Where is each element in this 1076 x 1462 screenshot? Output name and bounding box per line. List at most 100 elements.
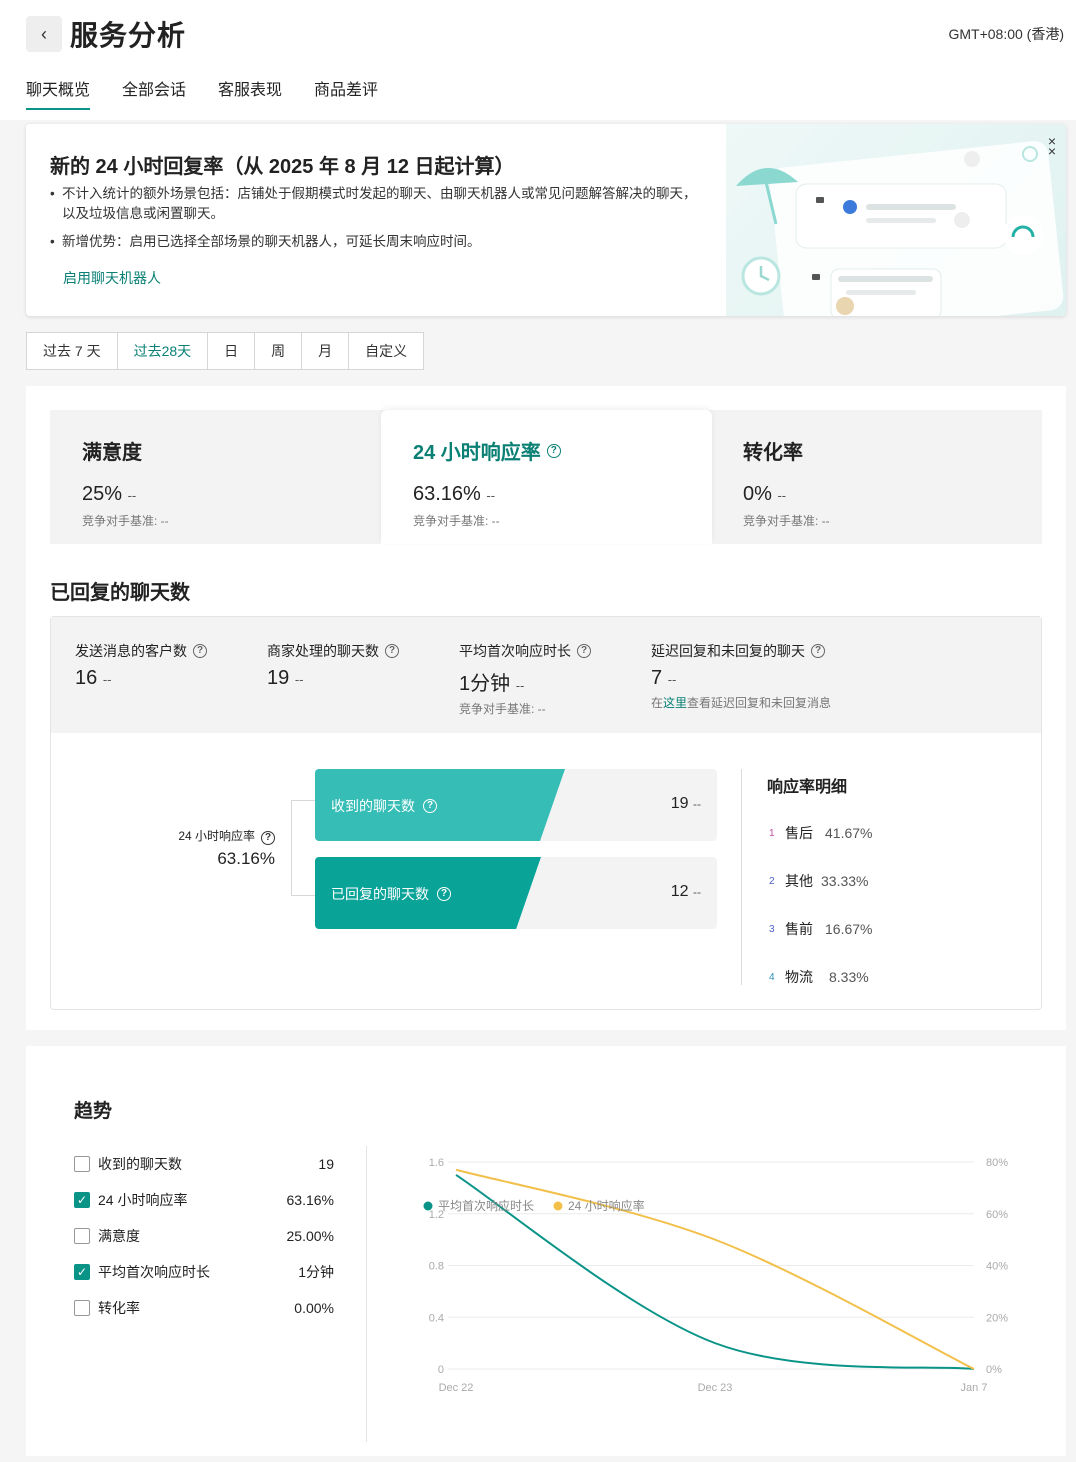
y-right-tick-label: 60% xyxy=(986,1209,1008,1221)
metric-label: 平均首次响应时长 xyxy=(98,1264,210,1280)
kpi-benchmark: 竞争对手基准: -- xyxy=(413,514,500,528)
funnel-replied: 已回复的聊天数? 12 -- xyxy=(315,857,717,929)
metric-conversion-rate[interactable]: 转化率 0.00% xyxy=(74,1298,334,1318)
detail-name: 售前 xyxy=(785,921,813,937)
legend-label: 平均首次响应时长 xyxy=(438,1198,534,1213)
tab-agent-performance[interactable]: 客服表现 xyxy=(218,76,282,110)
checkbox[interactable] xyxy=(74,1300,90,1316)
y-right-tick-label: 40% xyxy=(986,1261,1008,1273)
metric-value: 25.00% xyxy=(286,1228,334,1244)
kpi-value: 25% xyxy=(82,483,123,505)
tab-chat-overview[interactable]: 聊天概览 xyxy=(26,76,91,110)
back-button[interactable]: ‹ xyxy=(26,16,62,52)
kpi-title: 24 小时响应率 xyxy=(413,442,541,464)
top-bar: ‹ 服务分析 GMT+08:00 (香港) 聊天概览 全部会话 客服表现 商品差… xyxy=(0,0,1076,120)
y-right-tick-label: 80% xyxy=(986,1157,1008,1169)
funnel-label: 已回复的聊天数 xyxy=(331,886,429,902)
enable-chatbot-link[interactable]: 启用聊天机器人 xyxy=(63,268,161,288)
detail-pct: 16.67% xyxy=(825,921,873,937)
kpi-satisfaction[interactable]: 满意度 25% -- 竞争对手基准: -- xyxy=(50,410,381,544)
trend-card: 趋势 收到的聊天数 19 ✓ 24 小时响应率 63.16% 满意度 25.00… xyxy=(26,1046,1066,1456)
metric-received-chats[interactable]: 收到的聊天数 19 xyxy=(74,1154,334,1174)
banner-bullet: 新增优势：启用已选择全部场景的聊天机器人，可延长周末响应时间。 xyxy=(50,232,700,252)
x-tick-label: Jan 7 xyxy=(961,1382,988,1394)
detail-item: 4 物流 8.33% xyxy=(769,967,869,987)
range-day[interactable]: 日 xyxy=(208,333,256,369)
help-icon[interactable]: ? xyxy=(385,644,399,658)
kpi-24h-response-rate[interactable]: 24 小时响应率? 63.16% -- 竞争对手基准: -- xyxy=(381,410,712,544)
stats-row: 发送消息的客户数? 16 -- 商家处理的聊天数? 19 -- 平均首次响应时长… xyxy=(51,617,1041,733)
checkbox-checked[interactable]: ✓ xyxy=(74,1192,90,1208)
checkbox[interactable] xyxy=(74,1156,90,1172)
help-icon[interactable]: ? xyxy=(546,443,561,458)
section-title: 已回复的聊天数 xyxy=(50,582,190,604)
range-last-28-days[interactable]: 过去28天 xyxy=(118,333,209,369)
tab-bar: 聊天概览 全部会话 客服表现 商品差评 xyxy=(26,76,378,110)
kpi-benchmark: 竞争对手基准: -- xyxy=(82,514,169,528)
banner-title: 新的 24 小时回复率（从 2025 年 8 月 12 日起计算） xyxy=(50,156,515,178)
detail-item: 3 售前 16.67% xyxy=(769,919,872,939)
banner-bullets: 不计入统计的额外场景包括：店铺处于假期模式时发起的聊天、由聊天机器人或常见问题解… xyxy=(50,184,700,260)
metric-first-response-time[interactable]: ✓ 平均首次响应时长 1分钟 xyxy=(74,1262,334,1282)
checkbox[interactable] xyxy=(74,1228,90,1244)
metric-value: 1分钟 xyxy=(298,1264,334,1280)
y-right-tick-label: 20% xyxy=(986,1312,1008,1324)
help-icon[interactable]: ? xyxy=(437,887,451,901)
stat-handled-chats: 商家处理的聊天数? 19 -- xyxy=(267,641,399,690)
help-icon[interactable]: ? xyxy=(811,644,825,658)
funnel-bracket xyxy=(291,800,317,896)
range-week[interactable]: 周 xyxy=(255,333,303,369)
stat-value: 1分钟 xyxy=(459,673,511,695)
help-icon[interactable]: ? xyxy=(423,799,437,813)
detail-name: 售后 xyxy=(785,825,813,841)
metric-label: 24 小时响应率 xyxy=(98,1192,188,1208)
stat-delta: -- xyxy=(294,672,304,687)
stat-label: 发送消息的客户数 xyxy=(75,643,187,659)
metric-label: 转化率 xyxy=(98,1300,140,1316)
detail-index: 2 xyxy=(769,875,775,887)
y-left-tick-label: 0.4 xyxy=(429,1312,444,1324)
chart-divider xyxy=(366,1146,367,1442)
response-rate-value: 63.16% xyxy=(217,849,275,868)
stat-value: 19 xyxy=(267,667,290,689)
funnel-label: 收到的聊天数 xyxy=(331,798,415,814)
tab-product-negative-reviews[interactable]: 商品差评 xyxy=(314,76,378,110)
funnel-value: 12 xyxy=(670,883,689,900)
metric-value: 63.16% xyxy=(286,1192,334,1208)
range-last-7-days[interactable]: 过去 7 天 xyxy=(27,333,118,369)
tab-all-conversations[interactable]: 全部会话 xyxy=(122,76,186,110)
kpi-benchmark: 竞争对手基准: -- xyxy=(743,514,830,528)
detail-name: 其他 xyxy=(785,873,813,889)
close-icon[interactable]: × × xyxy=(1048,134,1056,158)
x-tick-label: Dec 23 xyxy=(698,1382,733,1394)
range-month[interactable]: 月 xyxy=(302,333,350,369)
funnel-value: 19 xyxy=(670,795,689,812)
help-icon[interactable]: ? xyxy=(261,831,275,845)
metric-satisfaction[interactable]: 满意度 25.00% xyxy=(74,1226,334,1246)
detail-divider xyxy=(741,769,742,985)
y-right-tick-label: 0% xyxy=(986,1364,1002,1376)
date-range-selector: 过去 7 天 过去28天 日 周 月 自定义 xyxy=(26,332,425,370)
checkbox-checked[interactable]: ✓ xyxy=(74,1264,90,1280)
range-custom[interactable]: 自定义 xyxy=(349,333,423,369)
kpi-conversion-rate[interactable]: 转化率 0% -- 竞争对手基准: -- xyxy=(711,410,1042,544)
rate-label-text: 24 小时响应率 xyxy=(178,829,255,843)
stat-delta: -- xyxy=(102,672,112,687)
here-link[interactable]: 这里 xyxy=(663,696,687,710)
metric-label: 满意度 xyxy=(98,1228,140,1244)
detail-item: 2 其他 33.33% xyxy=(769,871,868,891)
legend-marker xyxy=(423,1201,433,1211)
chevron-left-icon: ‹ xyxy=(41,23,47,44)
detail-pct: 8.33% xyxy=(829,969,869,985)
metric-24h-response-rate[interactable]: ✓ 24 小时响应率 63.16% xyxy=(74,1190,334,1210)
stat-label: 平均首次响应时长 xyxy=(459,643,571,659)
replied-chats-panel: 发送消息的客户数? 16 -- 商家处理的聊天数? 19 -- 平均首次响应时长… xyxy=(50,616,1042,1010)
detail-index: 1 xyxy=(769,827,775,839)
help-icon[interactable]: ? xyxy=(193,644,207,658)
help-icon[interactable]: ? xyxy=(577,644,591,658)
stat-label: 商家处理的聊天数 xyxy=(267,643,379,659)
stat-first-response-time: 平均首次响应时长? 1分钟 -- 竞争对手基准: -- xyxy=(459,641,591,717)
legend-label: 24 小时响应率 xyxy=(568,1198,645,1213)
stat-delayed-chats: 延迟回复和未回复的聊天? 7 -- 在这里查看延迟回复和未回复消息 xyxy=(651,641,831,711)
note-prefix: 在 xyxy=(651,696,664,710)
